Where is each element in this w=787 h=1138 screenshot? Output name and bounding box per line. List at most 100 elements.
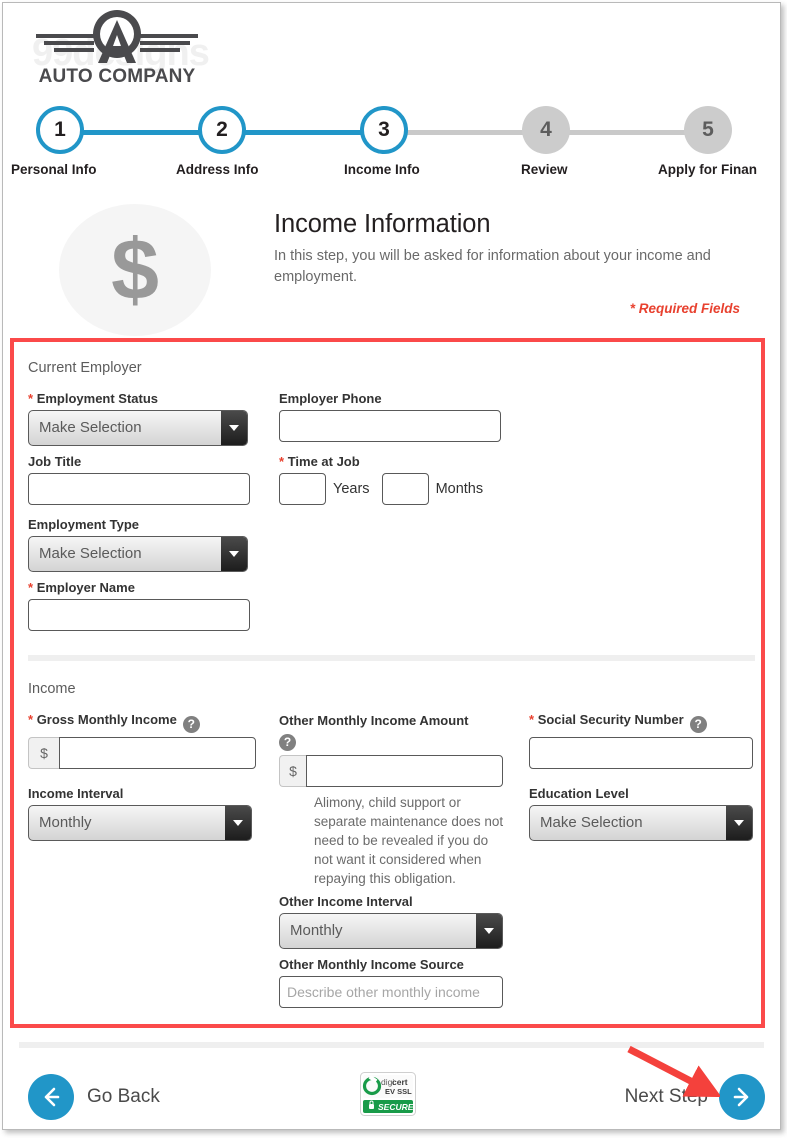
required-marker: * <box>529 712 535 727</box>
label-education-level: Education Level <box>529 786 629 801</box>
education-level-select[interactable]: Make Selection <box>529 805 753 841</box>
field-employer-phone: Employer Phone <box>279 391 501 442</box>
label-gross-monthly-income: * Gross Monthly Income? <box>28 712 256 733</box>
time-at-job-years-input[interactable] <box>279 473 326 505</box>
other-monthly-income-source-input[interactable] <box>279 976 503 1008</box>
field-employment-type: Employment Type Make Selection <box>28 517 248 572</box>
field-other-monthly-income-amount: Other Monthly Income Amount? $ Alimony, … <box>279 712 503 889</box>
employer-phone-input[interactable] <box>279 410 501 442</box>
dollar-sign-icon: $ <box>59 204 211 336</box>
arrow-right-icon <box>719 1074 765 1120</box>
required-fields-note: * Required Fields <box>629 301 740 316</box>
step-label-2: Address Info <box>176 162 259 177</box>
label-employment-type: Employment Type <box>28 517 140 532</box>
svg-text:EV SSL: EV SSL <box>385 1087 412 1096</box>
label-other-income-interval: Other Income Interval <box>279 894 413 909</box>
step-item-5[interactable]: 5 Apply for Finan <box>658 104 757 177</box>
digicert-ssl-seal: digi cert EV SSL SECURE <box>360 1072 416 1116</box>
step-label-5: Apply for Finan <box>658 162 757 177</box>
field-education-level: Education Level Make Selection <box>529 786 753 841</box>
required-marker: * <box>279 454 285 469</box>
label-employer-name: * Employer Name <box>28 580 135 595</box>
svg-text:cert: cert <box>392 1077 408 1087</box>
next-step-button[interactable]: Next Step <box>625 1074 765 1120</box>
other-income-interval-value: Monthly <box>290 922 343 939</box>
footer-divider <box>19 1042 764 1048</box>
application-page: 99designs AUTO COMPANY 1 Personal Info 2… <box>0 0 787 1138</box>
step-circle-4: 4 <box>522 106 570 154</box>
progress-stepper: 1 Personal Info 2 Address Info 3 Income … <box>0 104 787 184</box>
step-circle-3: 3 <box>360 106 408 154</box>
label-other-monthly-income-amount: Other Monthly Income Amount? <box>279 713 469 751</box>
label-other-monthly-income-source: Other Monthly Income Source <box>279 957 464 972</box>
company-logo: 99designs AUTO COMPANY <box>24 8 210 90</box>
income-interval-value: Monthly <box>39 814 92 831</box>
field-other-income-interval: Other Income Interval Monthly <box>279 894 503 949</box>
chevron-down-icon[interactable] <box>221 411 247 445</box>
chevron-down-icon[interactable] <box>225 806 251 840</box>
gross-monthly-income-input[interactable] <box>59 737 256 769</box>
required-marker: * <box>28 580 34 595</box>
other-income-hint: Alimony, child support or separate maint… <box>314 794 504 887</box>
field-time-at-job: * Time at Job Years Months <box>279 454 483 505</box>
time-at-job-months-input[interactable] <box>381 473 429 505</box>
field-other-monthly-income-source: Other Monthly Income Source <box>279 957 503 1008</box>
next-step-label: Next Step <box>624 1086 708 1107</box>
help-icon[interactable]: ? <box>279 733 296 751</box>
employment-type-value: Make Selection <box>39 545 142 562</box>
page-intro: Income Information In this step, you wil… <box>274 210 740 288</box>
step-item-2[interactable]: 2 Address Info <box>176 104 259 177</box>
section-divider <box>28 655 755 661</box>
dollar-glyph: $ <box>111 222 159 318</box>
step-circle-1: 1 <box>36 106 84 154</box>
step-label-4: Review <box>521 162 568 177</box>
other-monthly-income-money-group: $ <box>279 754 503 787</box>
months-unit-label: Months <box>435 481 484 497</box>
chevron-down-icon[interactable] <box>476 914 502 948</box>
employment-type-select[interactable]: Make Selection <box>28 536 248 572</box>
page-description: In this step, you will be asked for info… <box>274 248 711 286</box>
social-security-number-input[interactable] <box>529 737 753 769</box>
employment-status-value: Make Selection <box>39 419 142 436</box>
income-form-highlight-box: Current Employer * Employment Status Mak… <box>10 338 765 1028</box>
field-employer-name: * Employer Name <box>28 580 250 631</box>
help-icon[interactable]: ? <box>689 716 707 733</box>
income-section-title: Income <box>28 681 76 697</box>
income-interval-select[interactable]: Monthly <box>28 805 252 841</box>
step-label-3: Income Info <box>344 162 420 177</box>
company-name: AUTO COMPANY <box>38 66 196 87</box>
employer-name-input[interactable] <box>28 599 250 631</box>
step-item-4[interactable]: 4 Review <box>518 104 574 177</box>
help-icon[interactable]: ? <box>182 716 200 733</box>
label-social-security-number: * Social Security Number? <box>529 712 753 733</box>
step-circle-2: 2 <box>198 106 246 154</box>
label-job-title: Job Title <box>28 454 82 469</box>
employment-status-select[interactable]: Make Selection <box>28 410 248 446</box>
required-marker: * <box>28 712 34 727</box>
step-label-1: Personal Info <box>11 162 97 177</box>
current-employer-section-title: Current Employer <box>28 360 142 376</box>
winged-a-emblem-icon <box>36 10 198 63</box>
job-title-input[interactable] <box>28 473 250 505</box>
label-income-interval: Income Interval <box>28 786 124 801</box>
step-circle-5: 5 <box>684 106 732 154</box>
label-employer-phone: Employer Phone <box>279 391 382 406</box>
education-level-value: Make Selection <box>540 814 643 831</box>
gross-monthly-income-money-group: $ <box>28 737 256 769</box>
chevron-down-icon[interactable] <box>726 806 752 840</box>
other-income-interval-select[interactable]: Monthly <box>279 913 503 949</box>
go-back-button[interactable]: Go Back <box>28 1074 160 1120</box>
currency-prefix: $ <box>279 754 306 787</box>
field-job-title: Job Title <box>28 454 250 505</box>
field-income-interval: Income Interval Monthly <box>28 786 252 841</box>
label-employment-status: * Employment Status <box>28 391 159 406</box>
other-monthly-income-amount-input[interactable] <box>306 754 503 787</box>
svg-text:SECURE: SECURE <box>378 1102 414 1112</box>
step-item-1[interactable]: 1 Personal Info <box>11 104 97 177</box>
go-back-label: Go Back <box>87 1086 160 1107</box>
years-unit-label: Years <box>333 481 370 497</box>
chevron-down-icon[interactable] <box>221 537 247 571</box>
currency-prefix: $ <box>28 737 59 769</box>
page-title: Income Information <box>274 210 491 238</box>
step-item-3[interactable]: 3 Income Info <box>344 104 420 177</box>
